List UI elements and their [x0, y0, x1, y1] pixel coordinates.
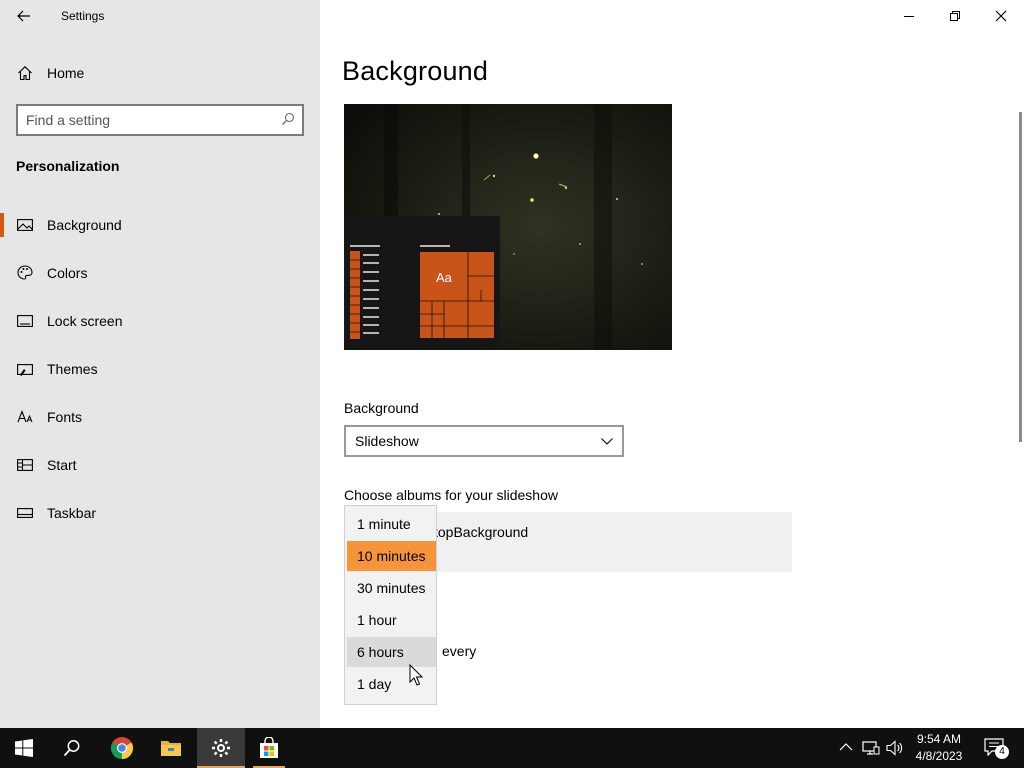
taskbar-icon: [17, 508, 33, 518]
clock-time: 9:54 AM: [916, 732, 962, 746]
sidebar-item-colors[interactable]: Colors: [0, 253, 320, 293]
restore-button[interactable]: [932, 0, 978, 32]
change-picture-every-label: every: [442, 643, 477, 659]
interval-option-10-minutes[interactable]: 10 minutes: [347, 541, 436, 571]
preview-image: [344, 104, 672, 350]
sidebar-item-start[interactable]: Start: [0, 445, 320, 485]
background-preview: Aa: [344, 104, 672, 350]
home-label: Home: [47, 65, 85, 81]
sidebar-item-fonts[interactable]: Fonts: [0, 397, 320, 437]
search-icon: [63, 740, 80, 757]
taskbar-store[interactable]: [245, 728, 293, 768]
background-dropdown[interactable]: Slideshow: [344, 425, 624, 457]
back-arrow-icon: [17, 10, 30, 22]
section-heading: Personalization: [16, 158, 120, 174]
interval-dropdown-list: 1 minute 10 minutes 30 minutes 1 hour 6 …: [344, 505, 437, 705]
taskbar-chrome[interactable]: [98, 728, 146, 768]
title-bar: Settings: [0, 0, 320, 32]
chevron-up-icon[interactable]: [839, 742, 853, 752]
scrollbar[interactable]: [1019, 112, 1022, 442]
notification-badge: 4: [995, 745, 1009, 759]
interval-option-6-hours[interactable]: 6 hours: [347, 637, 436, 667]
sidebar-item-label: Background: [47, 217, 122, 233]
background-label: Background: [344, 400, 419, 416]
sidebar-item-label: Themes: [47, 361, 98, 377]
picture-icon: [17, 219, 33, 231]
settings-icon: [212, 739, 230, 757]
search-box[interactable]: [16, 104, 304, 136]
taskbar-file-explorer[interactable]: [147, 728, 195, 768]
brush-icon: [17, 364, 33, 376]
sidebar-item-label: Colors: [47, 265, 88, 281]
background-dropdown-value: Slideshow: [355, 433, 419, 449]
search-input[interactable]: [26, 111, 276, 129]
store-icon: [260, 737, 278, 758]
sidebar-item-themes[interactable]: Themes: [0, 349, 320, 389]
interval-option-1-minute[interactable]: 1 minute: [347, 509, 436, 539]
album-name: topBackground: [434, 524, 529, 540]
chrome-icon: [111, 737, 133, 759]
action-center-button[interactable]: 4: [980, 728, 1024, 768]
interval-option-1-hour[interactable]: 1 hour: [347, 605, 436, 635]
sidebar-item-label: Start: [47, 457, 77, 473]
home-link[interactable]: Home: [0, 57, 320, 89]
sidebar-item-background[interactable]: Background: [0, 205, 320, 245]
back-button[interactable]: [10, 4, 38, 28]
font-icon: [17, 409, 33, 423]
taskbar-settings[interactable]: [197, 728, 245, 768]
sidebar-item-label: Lock screen: [47, 313, 123, 329]
interval-option-30-minutes[interactable]: 30 minutes: [347, 573, 436, 603]
start-icon: [15, 739, 33, 757]
minimize-icon: [904, 16, 914, 17]
palette-icon: [17, 265, 33, 280]
sidebar-item-lock-screen[interactable]: Lock screen: [0, 301, 320, 341]
sidebar-item-label: Taskbar: [47, 505, 97, 521]
home-icon: [18, 66, 32, 81]
sidebar-item-taskbar[interactable]: Taskbar: [0, 493, 320, 533]
mouse-cursor-icon: [409, 664, 423, 686]
lock-screen-icon: [17, 315, 33, 327]
volume-icon[interactable]: [886, 740, 904, 756]
restore-icon: [950, 11, 960, 21]
start-grid-icon: [17, 459, 33, 471]
sidebar-item-label: Fonts: [47, 409, 83, 425]
chevron-down-icon: [601, 438, 613, 445]
network-icon[interactable]: [862, 740, 880, 756]
active-indicator: [0, 213, 4, 237]
preview-tile-label: Aa: [436, 270, 452, 285]
taskbar-search-button[interactable]: [48, 728, 96, 768]
app-title: Settings: [61, 9, 105, 23]
sidebar: Settings Home Personalization Background…: [0, 0, 320, 728]
taskbar: 9:54 AM 4/8/2023 4: [0, 728, 1024, 768]
start-button[interactable]: [0, 728, 48, 768]
page-title: Background: [342, 56, 489, 86]
clock-date: 4/8/2023: [915, 749, 963, 763]
albums-label: Choose albums for your slideshow: [344, 487, 558, 503]
minimize-button[interactable]: [886, 0, 932, 32]
clock[interactable]: 9:54 AM 4/8/2023: [905, 731, 973, 765]
close-button[interactable]: [978, 0, 1024, 32]
close-icon: [995, 10, 1007, 22]
file-explorer-icon: [161, 741, 181, 756]
search-icon[interactable]: [281, 112, 295, 126]
